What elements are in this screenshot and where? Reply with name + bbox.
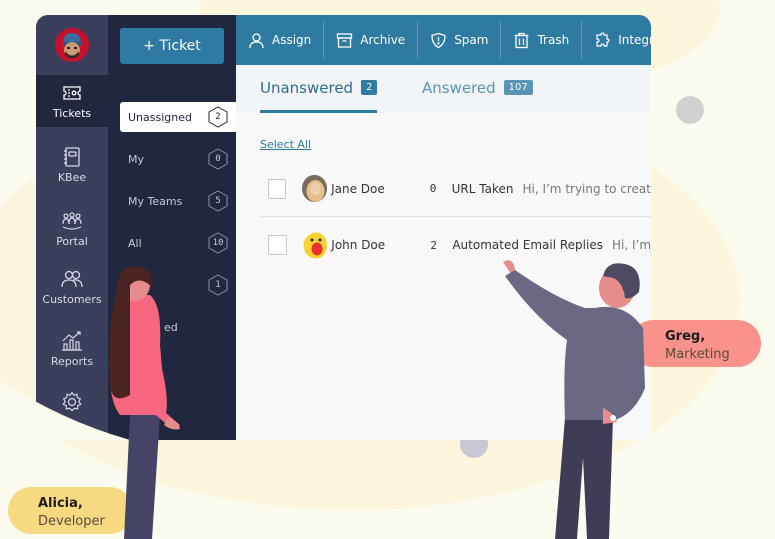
ticket-icon: [63, 86, 81, 100]
ticket-tabs: Unanswered 2 Answered 107: [236, 65, 651, 113]
rail-item-label: Tickets: [52, 107, 92, 120]
spam-button[interactable]: Spam: [418, 21, 502, 59]
folder-unassigned[interactable]: Unassigned 2: [120, 102, 236, 132]
chart-icon: [62, 331, 82, 351]
notebook-icon: [64, 147, 80, 167]
archive-icon: [337, 32, 353, 48]
folder-my[interactable]: My 0: [120, 144, 236, 174]
tab-answered[interactable]: Answered 107: [422, 79, 533, 113]
bubble-name: Greg,: [665, 329, 706, 344]
folder-count-badge: 10: [208, 232, 228, 254]
shield-icon: [431, 32, 446, 48]
rail-item-customers[interactable]: Customers: [36, 261, 108, 313]
folder-label: My Teams: [128, 194, 183, 208]
icon-rail: Tickets KBee Portal Customers Reports: [36, 15, 108, 440]
customers-icon: [61, 270, 83, 288]
rail-item-label: Reports: [50, 355, 94, 368]
ticket-subject: Automated Email Replies: [452, 238, 603, 252]
folder-count-badge: 2: [208, 106, 228, 128]
ticket-reply-count: 0: [429, 182, 437, 195]
greg-illustration: [503, 260, 645, 539]
tab-unanswered[interactable]: Unanswered 2: [260, 79, 378, 113]
rail-item-reports[interactable]: Reports: [36, 323, 108, 375]
tab-count-badge: 107: [503, 80, 533, 95]
user-avatar[interactable]: [55, 28, 89, 62]
user-icon: [249, 32, 264, 48]
trash-button[interactable]: Trash: [501, 21, 583, 59]
folder-count-badge: 5: [208, 190, 228, 212]
archive-button[interactable]: Archive: [324, 21, 419, 59]
select-all-link[interactable]: Select All: [260, 138, 311, 151]
folder-count-badge: 1: [208, 274, 228, 296]
alicia-illustration: [109, 266, 180, 539]
rail-item-portal[interactable]: Portal: [36, 203, 108, 255]
folder-all[interactable]: All 10: [120, 228, 236, 258]
action-toolbar: Assign Archive Spam Trash Integ: [236, 15, 651, 65]
ticket-customer-name: John Doe: [331, 238, 386, 252]
rail-item-label: KBee: [57, 171, 87, 184]
ticket-reply-count: 2: [430, 238, 437, 252]
bubble-role: Marketing: [665, 347, 730, 362]
folder-label: My: [128, 152, 145, 166]
new-ticket-button[interactable]: + Ticket: [120, 28, 224, 64]
avatar: [302, 175, 328, 202]
rail-item-kbee[interactable]: KBee: [36, 139, 108, 191]
ticket-customer-name: Jane Doe: [331, 181, 385, 196]
row-checkbox[interactable]: [268, 235, 287, 255]
user-avatar-slot[interactable]: [36, 15, 108, 75]
folder-label: Unassigned: [128, 110, 192, 124]
users-group-icon: [62, 212, 82, 230]
ticket-subject: URL Taken: [451, 181, 514, 196]
decorative-dot: [676, 96, 704, 124]
trash-icon: [514, 32, 529, 48]
folder-count-badge: 0: [208, 148, 228, 170]
assign-button[interactable]: Assign: [236, 21, 325, 59]
tab-count-badge: 2: [361, 80, 378, 95]
puzzle-icon: [596, 31, 610, 47]
rail-item-tickets[interactable]: Tickets: [36, 75, 108, 127]
ticket-preview: Hi, I’m: [611, 238, 651, 252]
ticket-preview: Hi, I’m trying to creat: [522, 181, 651, 196]
rail-item-label: Portal: [56, 235, 88, 248]
folder-my-teams[interactable]: My Teams 5: [120, 186, 236, 216]
row-checkbox[interactable]: [268, 178, 287, 199]
integrations-button[interactable]: Integrat: [582, 21, 651, 59]
folder-label: All: [128, 236, 142, 250]
avatar: [303, 232, 328, 259]
ticket-row[interactable]: Jane Doe 0 URL Taken Hi, I’m trying to c…: [260, 161, 651, 217]
rail-item-label: Customers: [42, 293, 102, 306]
